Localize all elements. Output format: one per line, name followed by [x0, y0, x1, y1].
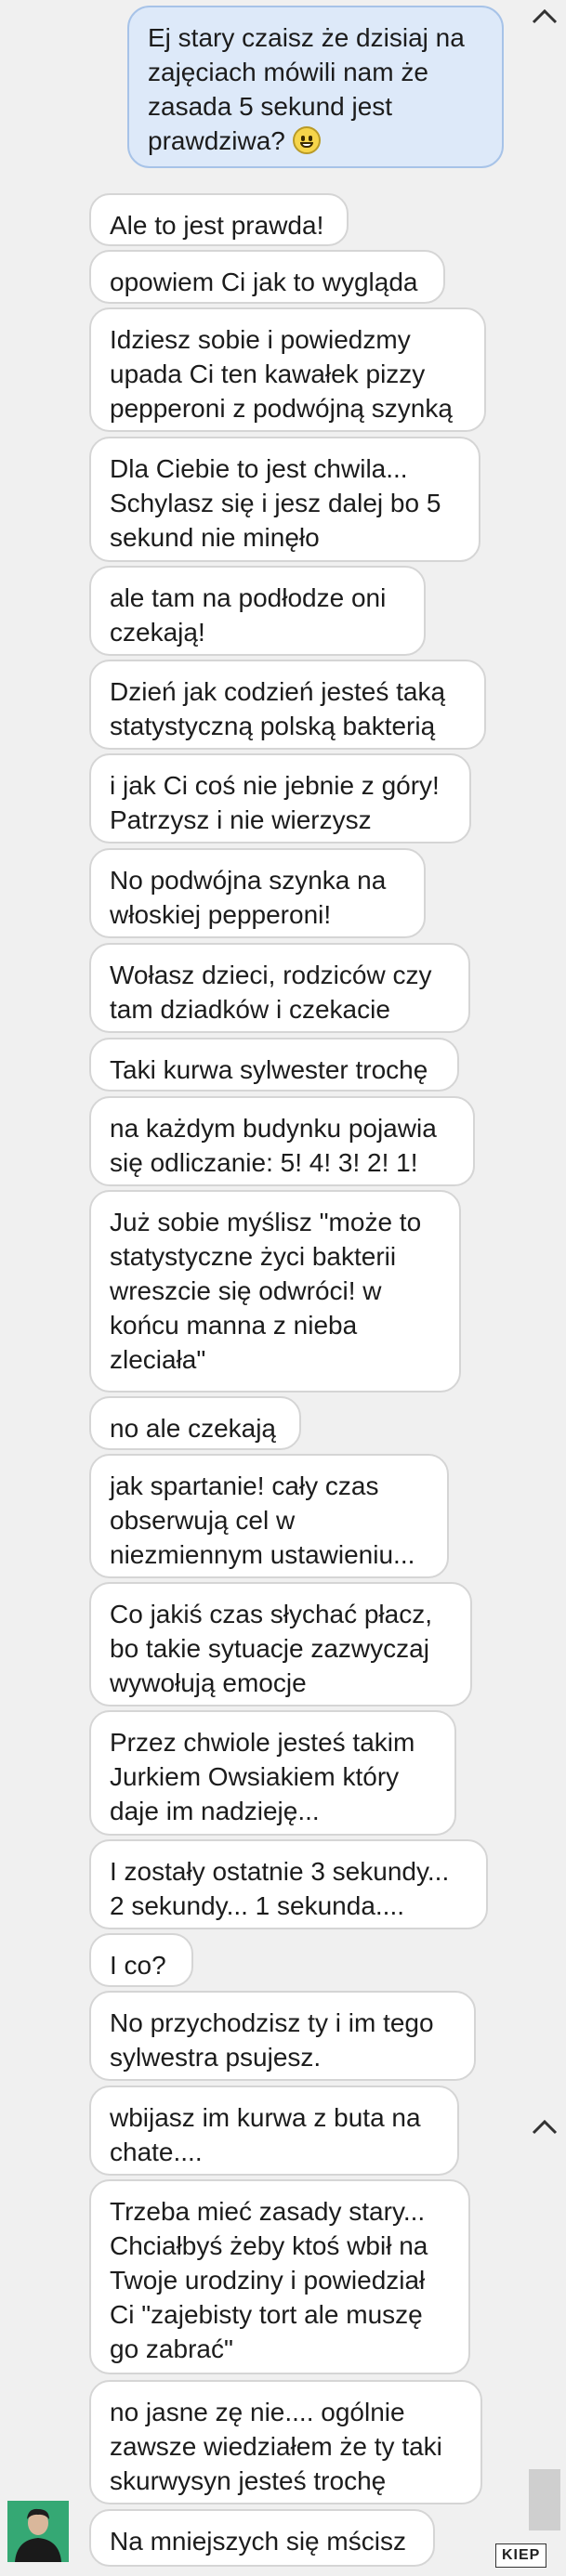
scrollbar-thumb[interactable] — [529, 2469, 560, 2530]
received-message-text: Trzeba mieć zasady stary... Chciałbyś że… — [110, 2197, 428, 2363]
received-message-bubble: i jak Ci coś nie jebnie z góry! Patrzysz… — [89, 753, 471, 843]
chevron-up-icon[interactable] — [529, 2116, 560, 2137]
received-message-text: no jasne zę nie.... ogólnie zawsze wiedz… — [110, 2398, 442, 2495]
received-message-bubble: No przychodzisz ty i im tego sylwestra p… — [89, 1991, 476, 2081]
received-message-text: I zostały ostatnie 3 sekundy... 2 sekund… — [110, 1857, 450, 1920]
received-message-text: No podwójna szynka na włoskiej pepperoni… — [110, 866, 387, 929]
received-message-bubble: Ale to jest prawda! — [89, 193, 349, 246]
received-message-text: Co jakiś czas słychać płacz, bo takie sy… — [110, 1600, 433, 1697]
received-message-bubble: Na mniejszych się mścisz — [89, 2509, 435, 2567]
watermark-logo: KIEP — [495, 2543, 547, 2568]
user-avatar[interactable] — [7, 2501, 69, 2562]
received-message-text: Na mniejszych się mścisz — [110, 2527, 406, 2556]
received-message-bubble: jak spartanie! cały czas obserwują cel w… — [89, 1454, 449, 1578]
received-message-bubble: na każdym budynku pojawia się odliczanie… — [89, 1096, 475, 1186]
received-message-bubble: Idziesz sobie i powiedzmy upada Ci ten k… — [89, 307, 486, 432]
received-message-text: i jak Ci coś nie jebnie z góry! Patrzysz… — [110, 771, 440, 834]
received-message-text: opowiem Ci jak to wygląda — [110, 268, 418, 296]
received-message-text: Przez chwiole jesteś takim Jurkiem Owsia… — [110, 1728, 415, 1825]
received-message-text: Taki kurwa sylwester trochę — [110, 1055, 428, 1084]
chat-conversation: Ej stary czaisz że dzisiaj na zajęciach … — [0, 0, 566, 2576]
received-message-bubble: Wołasz dzieci, rodziców czy tam dziadków… — [89, 943, 470, 1033]
received-message-text: No przychodzisz ty i im tego sylwestra p… — [110, 2008, 434, 2072]
received-message-bubble: wbijasz im kurwa z buta na chate.... — [89, 2086, 459, 2176]
received-message-text: Idziesz sobie i powiedzmy upada Ci ten k… — [110, 325, 453, 423]
person-silhouette-icon — [7, 2501, 69, 2562]
received-message-bubble: Dla Ciebie to jest chwila... Schylasz si… — [89, 437, 480, 562]
received-message-text: ale tam na podłodze oni czekają! — [110, 583, 387, 647]
received-message-bubble: I co? — [89, 1933, 193, 1987]
received-message-bubble: opowiem Ci jak to wygląda — [89, 250, 445, 304]
received-message-text: Już sobie myślisz "może to statystyczne … — [110, 1208, 422, 1374]
received-message-text: no ale czekają — [110, 1414, 277, 1443]
received-message-text: wbijasz im kurwa z buta na chate.... — [110, 2103, 421, 2166]
received-message-bubble: no ale czekają — [89, 1396, 301, 1450]
received-message-bubble: Dzień jak codzień jesteś taką statystycz… — [89, 660, 486, 750]
received-message-text: Ale to jest prawda! — [110, 211, 324, 240]
received-message-bubble: I zostały ostatnie 3 sekundy... 2 sekund… — [89, 1839, 488, 1929]
received-message-bubble: Trzeba mieć zasady stary... Chciałbyś że… — [89, 2179, 470, 2374]
received-message-bubble: Przez chwiole jesteś takim Jurkiem Owsia… — [89, 1710, 456, 1836]
received-message-text: Dzień jak codzień jesteś taką statystycz… — [110, 677, 446, 740]
received-message-bubble: No podwójna szynka na włoskiej pepperoni… — [89, 848, 426, 938]
grinning-face-emoji-icon — [292, 126, 321, 154]
received-message-text: Dla Ciebie to jest chwila... Schylasz si… — [110, 454, 441, 552]
received-message-text: Wołasz dzieci, rodziców czy tam dziadków… — [110, 961, 432, 1024]
received-message-text: I co? — [110, 1951, 166, 1980]
received-message-text: jak spartanie! cały czas obserwują cel w… — [110, 1471, 415, 1569]
received-message-bubble: Taki kurwa sylwester trochę — [89, 1038, 459, 1092]
received-message-text: na każdym budynku pojawia się odliczanie… — [110, 1114, 437, 1177]
sent-message-bubble: Ej stary czaisz że dzisiaj na zajęciach … — [127, 6, 504, 168]
chevron-up-icon[interactable] — [529, 6, 560, 26]
received-message-bubble: no jasne zę nie.... ogólnie zawsze wiedz… — [89, 2380, 482, 2504]
received-message-bubble: Już sobie myślisz "może to statystyczne … — [89, 1190, 461, 1393]
received-message-bubble: ale tam na podłodze oni czekają! — [89, 566, 426, 656]
received-message-bubble: Co jakiś czas słychać płacz, bo takie sy… — [89, 1582, 472, 1706]
